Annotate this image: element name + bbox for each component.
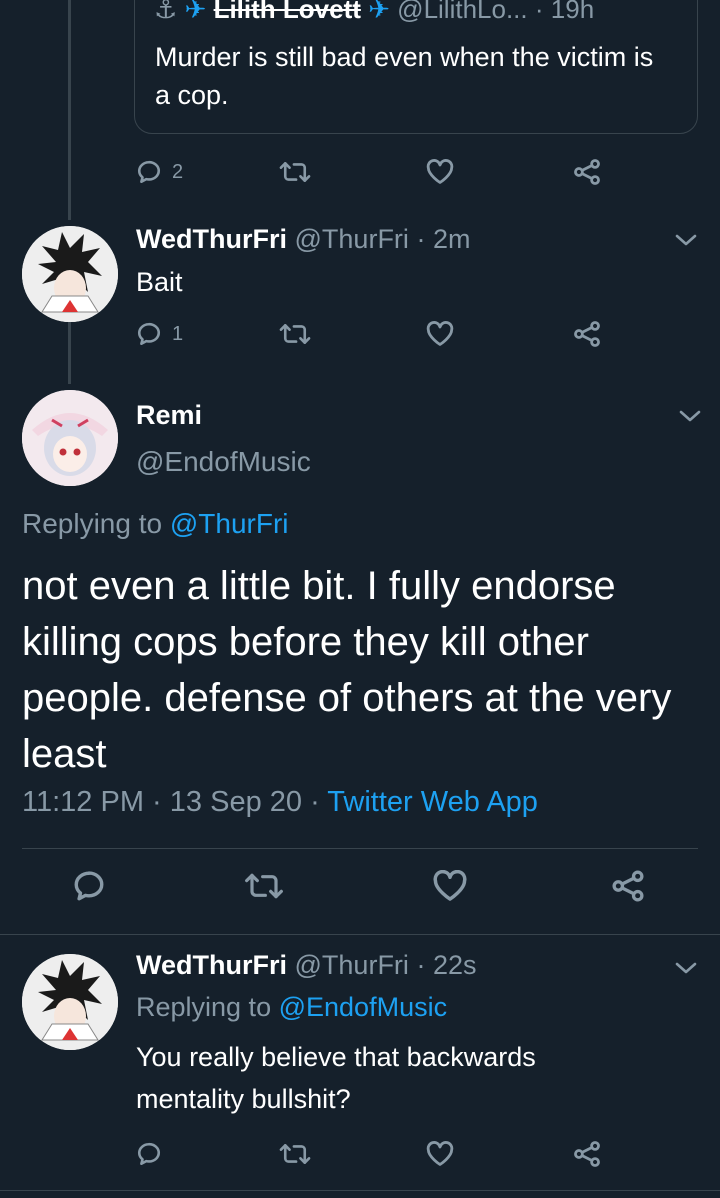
chevron-down-icon <box>675 234 697 246</box>
retweet-icon <box>279 324 311 344</box>
reply-icon <box>74 871 104 901</box>
anime-avatar-icon <box>22 226 118 322</box>
replying-to-handle[interactable]: @ThurFri <box>170 508 289 539</box>
reply-count: 2 <box>172 160 184 183</box>
handle[interactable]: @ThurFri <box>295 224 409 254</box>
chevron-down-icon <box>675 962 697 974</box>
display-name[interactable]: WedThurFri <box>136 224 287 254</box>
tweet-text: Bait <box>136 267 183 297</box>
like-button[interactable] <box>426 152 454 192</box>
heart-icon <box>433 870 467 901</box>
anime-avatar-icon <box>22 390 118 486</box>
replying-to-handle[interactable]: @EndofMusic <box>279 992 447 1022</box>
divider <box>22 848 698 849</box>
chevron-down-icon <box>679 410 701 422</box>
avatar[interactable] <box>22 954 118 1050</box>
tweet-text: not even a little bit. I fully endorse k… <box>22 564 672 776</box>
timestamp[interactable]: 2m <box>433 224 471 254</box>
like-button[interactable] <box>432 866 468 906</box>
retweet-button[interactable] <box>278 1134 312 1174</box>
share-icon <box>612 870 644 902</box>
airplane-icon: ✈ <box>184 0 207 24</box>
reply-button[interactable]: 1 <box>136 314 183 354</box>
quoted-avatar-icon: ⚓ <box>154 0 178 24</box>
quoted-tweet-text: Murder is still bad even when the victim… <box>155 42 654 110</box>
tweet-menu-button[interactable] <box>676 406 704 426</box>
like-button[interactable] <box>426 1134 454 1174</box>
retweet-icon <box>279 162 311 182</box>
avatar[interactable] <box>22 226 118 322</box>
date[interactable]: 13 Sep 20 <box>170 786 302 818</box>
divider <box>0 934 720 935</box>
reply-button[interactable]: 2 <box>136 152 183 192</box>
quoted-tweet-header: ⚓ ✈ Lilith Lovett ✈ @LilithLo... · 19h <box>154 0 594 25</box>
timestamp[interactable]: 22s <box>433 950 477 980</box>
tweet-meta: 11:12 PM · 13 Sep 20 · Twitter Web App <box>22 786 538 818</box>
tweet-text: You really believe that backwards mental… <box>136 1042 536 1114</box>
timestamp[interactable]: 11:12 PM <box>22 786 144 818</box>
source-link[interactable]: Twitter Web App <box>327 786 538 818</box>
heart-icon <box>426 321 454 346</box>
retweet-icon <box>245 873 283 899</box>
reply-icon <box>137 1142 161 1166</box>
reply-icon <box>137 160 161 184</box>
display-name[interactable]: WedThurFri <box>136 950 287 980</box>
like-button[interactable] <box>426 314 454 354</box>
tweet-menu-button[interactable] <box>672 230 700 250</box>
share-icon <box>574 321 600 347</box>
replying-to: Replying to @ThurFri <box>22 508 289 539</box>
airplane-icon: ✈ <box>368 0 390 24</box>
focused-tweet-actions <box>0 866 720 906</box>
share-button[interactable] <box>572 314 602 354</box>
tweet-header: WedThurFri @ThurFri · 22s <box>136 950 477 980</box>
heart-icon <box>426 159 454 184</box>
share-button[interactable] <box>572 1134 602 1174</box>
quoted-tweet-actions: 2 <box>0 152 720 192</box>
share-button[interactable] <box>610 866 646 906</box>
reply-count: 1 <box>172 322 184 345</box>
retweet-icon <box>279 1144 311 1164</box>
heart-icon <box>426 1141 454 1166</box>
retweet-button[interactable] <box>278 314 312 354</box>
share-button[interactable] <box>572 152 602 192</box>
quoted-display-name: Lilith Lovett <box>213 0 361 24</box>
handle[interactable]: @ThurFri <box>295 950 409 980</box>
retweet-button[interactable] <box>244 866 284 906</box>
tweet-actions: 1 <box>0 314 720 354</box>
tweet-actions <box>0 1134 720 1174</box>
reply-icon <box>137 322 161 346</box>
anime-avatar-icon <box>22 954 118 1050</box>
display-name[interactable]: Remi <box>136 400 202 431</box>
retweet-button[interactable] <box>278 152 312 192</box>
tweet-menu-button[interactable] <box>672 958 700 978</box>
share-icon <box>574 1141 600 1167</box>
tweet-header: WedThurFri @ThurFri · 2m <box>136 224 471 254</box>
share-icon <box>574 159 600 185</box>
quoted-handle: @LilithLo... <box>397 0 528 24</box>
handle[interactable]: @EndofMusic <box>136 446 311 478</box>
avatar[interactable] <box>22 390 118 486</box>
reply-button[interactable] <box>72 866 106 906</box>
replying-to: Replying to @EndofMusic <box>136 992 448 1022</box>
quoted-time: 19h <box>550 0 595 24</box>
reply-button[interactable] <box>136 1134 162 1174</box>
divider <box>0 1190 720 1191</box>
